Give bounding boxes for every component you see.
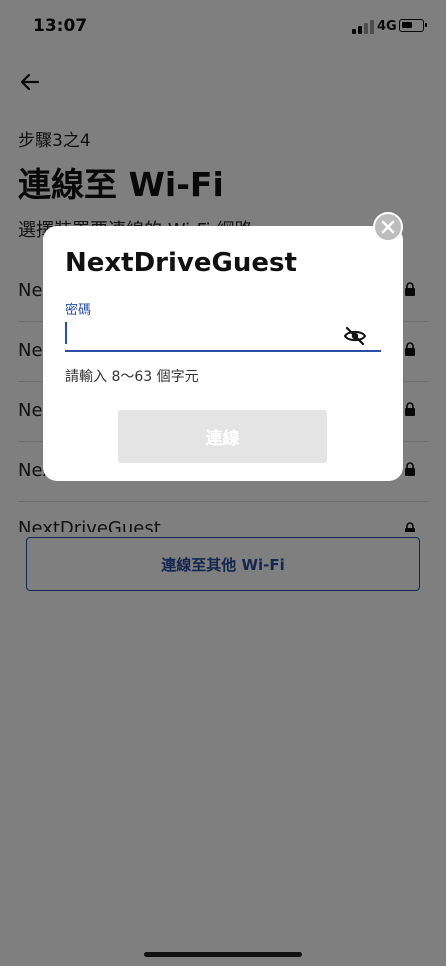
password-input[interactable] xyxy=(65,318,381,352)
eye-off-icon[interactable] xyxy=(343,324,367,348)
text-cursor xyxy=(65,322,67,344)
close-dialog-button[interactable] xyxy=(373,212,403,242)
password-label: 密碼 xyxy=(65,303,92,318)
connect-button[interactable]: 連線 xyxy=(118,410,327,463)
close-icon xyxy=(381,220,395,234)
home-indicator[interactable] xyxy=(144,952,302,957)
modal-overlay[interactable] xyxy=(0,0,446,966)
password-hint: 請輸入 8～63 個字元 xyxy=(65,369,199,385)
dialog-title: NextDriveGuest xyxy=(65,248,297,278)
wifi-setup-screen: 13:07 4G 步驟3之4 連線至 Wi-Fi 選擇裝置要連線的 Wi-Fi … xyxy=(0,0,446,966)
password-dialog: NextDriveGuest 密碼 請輸入 8～63 個字元 連線 xyxy=(43,226,403,481)
